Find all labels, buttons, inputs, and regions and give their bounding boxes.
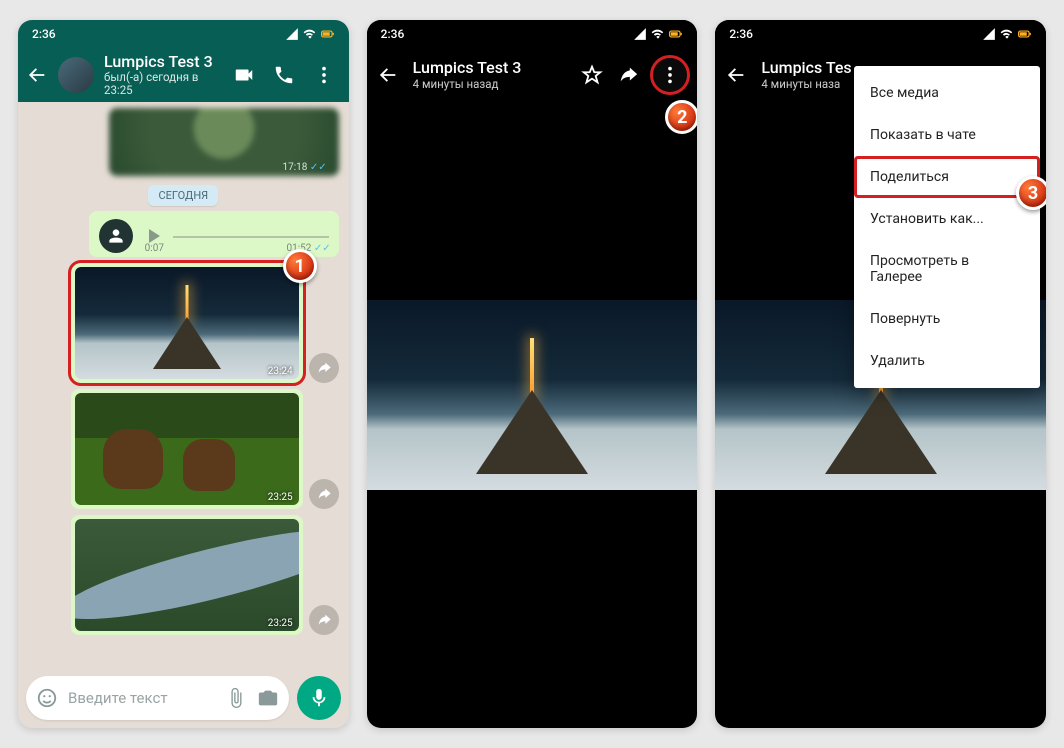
attach-icon[interactable] <box>225 687 247 709</box>
image-message-1[interactable]: 23:24 1 <box>71 263 303 383</box>
back-icon[interactable] <box>26 64 48 86</box>
chat-title[interactable]: Lumpics Test 3 был(-а) сегодня в 23:25 <box>104 53 223 98</box>
statusbar: 2:36 <box>18 20 349 48</box>
forward-icon[interactable] <box>617 64 639 86</box>
contact-name: Lumpics Test 3 <box>104 53 223 71</box>
screen-media-viewer: 2:36 Lumpics Test 3 4 минуты назад 2 <box>367 20 698 728</box>
forward-icon[interactable] <box>309 353 339 383</box>
contact-name: Lumpics Test 3 <box>413 59 568 77</box>
chat-header: Lumpics Test 3 был(-а) сегодня в 23:25 <box>18 48 349 102</box>
statusbar: 2:36 <box>715 20 1046 48</box>
media-time: 4 минуты назад <box>413 78 568 91</box>
image-thumbnail <box>75 267 299 379</box>
screen-whatsapp-chat: 2:36 Lumpics Test 3 был(-а) сегодня в 23… <box>18 20 349 728</box>
image-thumbnail <box>75 519 299 631</box>
input-placeholder: Введите текст <box>68 689 215 707</box>
more-icon <box>659 64 681 86</box>
avatar[interactable] <box>58 57 94 93</box>
status-icons <box>285 27 335 41</box>
media-fullscreen-image[interactable] <box>367 300 698 490</box>
step-badge-1: 1 <box>283 249 317 283</box>
image-message-2[interactable]: 23:25 <box>71 389 303 509</box>
clock: 2:36 <box>729 27 753 41</box>
menu-share[interactable]: Поделиться <box>854 156 1040 198</box>
message-input[interactable]: Введите текст <box>26 676 289 720</box>
forward-icon[interactable] <box>309 479 339 509</box>
more-button[interactable] <box>653 58 687 92</box>
more-icon[interactable] <box>313 64 335 86</box>
mic-button[interactable] <box>297 676 341 720</box>
sender-avatar <box>99 219 133 253</box>
media-actions <box>581 58 687 92</box>
clock: 2:36 <box>32 27 56 41</box>
status-icons <box>633 27 683 41</box>
options-menu: Все медиа Показать в чате Поделиться Уст… <box>854 66 1040 388</box>
step-badge-2: 2 <box>665 100 697 134</box>
camera-icon[interactable] <box>257 687 279 709</box>
video-call-icon[interactable] <box>233 64 255 86</box>
menu-show-in-chat[interactable]: Показать в чате <box>854 114 1040 156</box>
statusbar: 2:36 <box>367 20 698 48</box>
menu-all-media[interactable]: Все медиа <box>854 72 1040 114</box>
screen-media-menu: 2:36 Lumpics Tes 4 минуты наза Все медиа… <box>715 20 1046 728</box>
menu-rotate[interactable]: Повернуть <box>854 298 1040 340</box>
timestamp: 23:24 <box>268 366 293 377</box>
voice-call-icon[interactable] <box>273 64 295 86</box>
menu-delete[interactable]: Удалить <box>854 340 1040 382</box>
status-icons <box>982 27 1032 41</box>
step-badge-3: 3 <box>1016 176 1046 210</box>
back-icon[interactable] <box>377 64 399 86</box>
timestamp: 23:25 <box>268 618 293 629</box>
forward-icon[interactable] <box>309 605 339 635</box>
menu-set-as[interactable]: Установить как... <box>854 198 1040 240</box>
image-message-3[interactable]: 23:25 <box>71 515 303 635</box>
back-icon[interactable] <box>725 64 747 86</box>
voice-position: 0:07 <box>145 243 164 254</box>
clock: 2:36 <box>381 27 405 41</box>
media-header: Lumpics Test 3 4 минуты назад <box>367 48 698 102</box>
date-divider: СЕГОДНЯ <box>28 184 339 203</box>
star-icon[interactable] <box>581 64 603 86</box>
menu-view-gallery[interactable]: Просмотреть в Галерее <box>854 240 1040 298</box>
input-bar: Введите текст <box>26 676 341 720</box>
chat-body[interactable]: 17:18 ✓✓ СЕГОДНЯ 0:07 01:52 ✓✓ 23:24 1 2… <box>18 102 349 674</box>
image-thumbnail <box>75 393 299 505</box>
timestamp: 17:18 ✓✓ <box>283 162 327 173</box>
media-title[interactable]: Lumpics Test 3 4 минуты назад <box>413 59 568 91</box>
last-seen: был(-а) сегодня в 23:25 <box>104 71 223 97</box>
emoji-icon[interactable] <box>36 687 58 709</box>
timestamp: 23:25 <box>268 492 293 503</box>
header-actions <box>233 64 341 86</box>
